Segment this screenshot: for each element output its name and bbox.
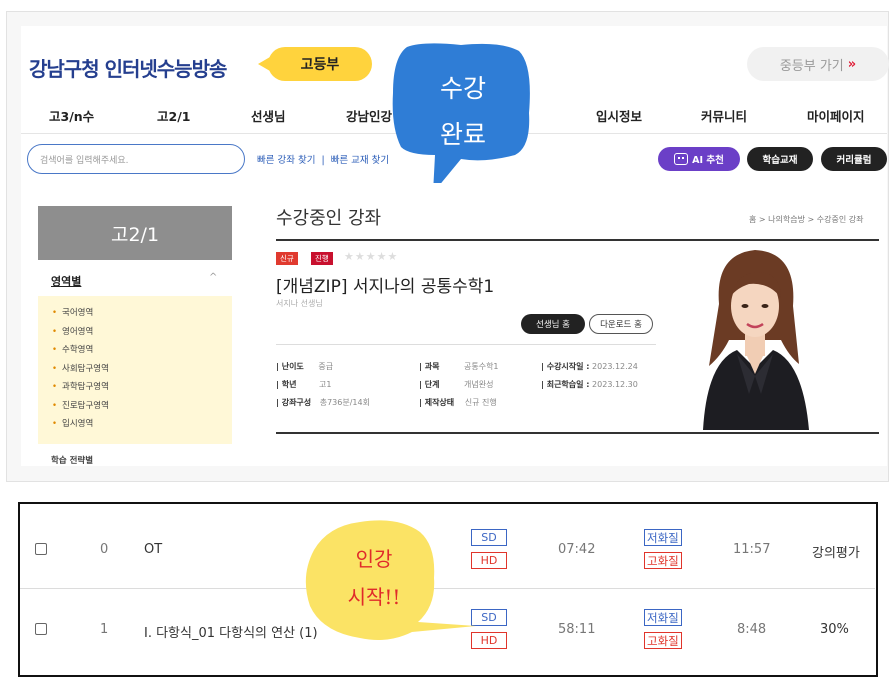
- search-input[interactable]: 검색어를 입력해주세요.: [27, 144, 245, 174]
- curriculum-button[interactable]: 커리큘럼: [821, 147, 887, 171]
- bubble-yellow-line2: 시작!!: [347, 585, 401, 609]
- site-logo[interactable]: 강남구청 인터넷수능방송: [29, 53, 227, 82]
- sidebar-title: 고2/1: [38, 206, 232, 260]
- info-subject-value: 공통수학1: [463, 362, 499, 371]
- course-page-screenshot: 강남구청 인터넷수능방송 고등부 중등부 가기 » 고3/n수 고2/1 선생님…: [6, 11, 889, 482]
- lecture-checkbox[interactable]: [35, 543, 47, 555]
- lecture-number: 0: [100, 542, 109, 557]
- nav-item-admission[interactable]: 입시정보: [596, 106, 642, 125]
- quick-book-link[interactable]: 빠른 교재 찾기: [331, 155, 389, 166]
- watched-time: 8:48: [737, 622, 767, 637]
- nav-item-community[interactable]: 커뮤니티: [701, 106, 747, 125]
- info-difficulty-key: | 난이도: [276, 362, 304, 371]
- high-quality-download[interactable]: 고화질: [644, 632, 682, 649]
- textbook-button[interactable]: 학습교재: [747, 147, 813, 171]
- lecture-duration: 58:11: [558, 622, 596, 637]
- info-compose-value: 총736분/14회: [319, 398, 370, 407]
- bubble-blue-line2: 완료: [439, 120, 486, 149]
- watched-time: 11:57: [733, 542, 771, 557]
- lecture-duration: 07:42: [558, 542, 596, 557]
- page-title: 수강중인 강좌: [276, 208, 382, 229]
- teacher-home-button[interactable]: 선생님 홈: [521, 314, 585, 334]
- breadcrumb[interactable]: 홈 > 나의학습방 > 수강중인 강좌: [749, 214, 863, 225]
- info-start-date: | 수강시작일 : 2023.12.24: [541, 361, 638, 372]
- content-bottom-divider: [276, 432, 879, 434]
- teacher-name: 서지나 선생님: [276, 299, 323, 308]
- bubble-yellow-line1: 인강: [355, 547, 393, 571]
- course-title: [개념ZIP] 서지나의 공통수학1: [276, 277, 495, 297]
- sidebar-item-math[interactable]: 수학영역: [52, 341, 232, 360]
- info-subject: | 과목 공통수학1: [419, 361, 499, 372]
- info-difficulty-value: 중급: [318, 362, 334, 371]
- sidebar-item-korean[interactable]: 국어영역: [52, 304, 232, 323]
- sidebar-item-social[interactable]: 사회탐구영역: [52, 360, 232, 379]
- quick-separator: |: [321, 155, 325, 166]
- info-divider: [276, 344, 656, 345]
- lecture-number: 1: [100, 622, 109, 637]
- high-quality-download[interactable]: 고화질: [644, 552, 682, 569]
- sidebar-category-strategy[interactable]: 학습 전략별: [51, 454, 93, 464]
- star-rating: ★★★★★: [344, 250, 399, 263]
- middle-school-label: 중등부 가기: [779, 58, 844, 74]
- nav-item-gangnam-lecture[interactable]: 강남인강: [346, 106, 392, 125]
- info-compose-key: | 강좌구성: [276, 398, 312, 407]
- quick-links: 빠른 강좌 찾기 | 빠른 교재 찾기: [257, 152, 389, 166]
- info-start-value: 2023.12.24: [592, 362, 638, 371]
- speech-bubble-yellow-text: 인강 시작!!: [318, 540, 430, 616]
- low-quality-download[interactable]: 저화질: [644, 609, 682, 626]
- info-grade: | 학년 고1: [276, 379, 331, 390]
- teacher-photo: [689, 244, 821, 430]
- download-home-button[interactable]: 다운로드 홈: [589, 314, 653, 334]
- lecture-checkbox[interactable]: [35, 623, 47, 635]
- sidebar-item-career[interactable]: 진로탐구영역: [52, 397, 232, 416]
- info-stage: | 단계 개념완성: [419, 379, 493, 390]
- info-grade-value: 고1: [318, 380, 332, 389]
- lecture-rating-button[interactable]: 강의평가: [812, 542, 860, 561]
- progress-percent: 30%: [820, 622, 849, 637]
- lecture-title[interactable]: I. 다항식_01 다항식의 연산 (1): [144, 622, 318, 641]
- bubble-blue-line1: 수강: [439, 74, 486, 103]
- info-subject-key: | 과목: [419, 362, 440, 371]
- info-recent-key: | 최근학습일 :: [541, 380, 590, 389]
- nav-item-teachers[interactable]: 선생님: [251, 106, 286, 125]
- new-badge: 신규: [276, 252, 298, 265]
- nav-item-go3[interactable]: 고3/n수: [49, 106, 94, 125]
- grade-level-button[interactable]: 고등부: [258, 47, 372, 81]
- info-status-value: 신규 진행: [464, 398, 497, 407]
- nav-item-mypage[interactable]: 마이페이지: [807, 106, 865, 125]
- sidebar-item-admission[interactable]: 입시영역: [52, 415, 232, 434]
- info-difficulty: | 난이도 중급: [276, 361, 333, 372]
- robot-icon: [674, 153, 689, 165]
- low-quality-download[interactable]: 저화질: [644, 529, 682, 546]
- title-divider: [276, 239, 879, 241]
- sidebar-item-english[interactable]: 영어영역: [52, 323, 232, 342]
- info-start-key: | 수강시작일 :: [541, 362, 590, 371]
- info-status-key: | 제작상태: [419, 398, 455, 407]
- info-recent-date: | 최근학습일 : 2023.12.30: [541, 379, 638, 390]
- info-recent-value: 2023.12.30: [592, 380, 638, 389]
- info-composition: | 강좌구성 총736분/14회: [276, 397, 370, 408]
- sidebar-category-area[interactable]: 영역별: [51, 273, 81, 289]
- info-stage-value: 개념완성: [463, 380, 494, 389]
- sidebar-subject-list: 국어영역 영어영역 수학영역 사회탐구영역 과학탐구영역 진로탐구영역 입시영역: [38, 296, 232, 444]
- info-status: | 제작상태 신규 진행: [419, 397, 497, 408]
- ai-recommend-label: AI 추천: [692, 155, 724, 166]
- ai-recommend-button[interactable]: AI 추천: [658, 147, 740, 171]
- speech-bubble-blue-text: 수강 완료: [413, 66, 513, 158]
- teacher-portrait-illustration: [703, 250, 809, 430]
- info-grade-key: | 학년: [276, 380, 297, 389]
- sidebar-item-science[interactable]: 과학탐구영역: [52, 378, 232, 397]
- progress-badge: 진행: [311, 252, 333, 265]
- chevron-up-icon[interactable]: ^: [209, 272, 217, 283]
- lecture-title[interactable]: OT: [144, 542, 162, 557]
- info-stage-key: | 단계: [419, 380, 440, 389]
- double-arrow-icon: »: [847, 56, 857, 72]
- nav-item-go21[interactable]: 고2/1: [157, 106, 190, 125]
- quick-lecture-link[interactable]: 빠른 강좌 찾기: [257, 155, 315, 166]
- middle-school-link[interactable]: 중등부 가기 »: [747, 47, 889, 81]
